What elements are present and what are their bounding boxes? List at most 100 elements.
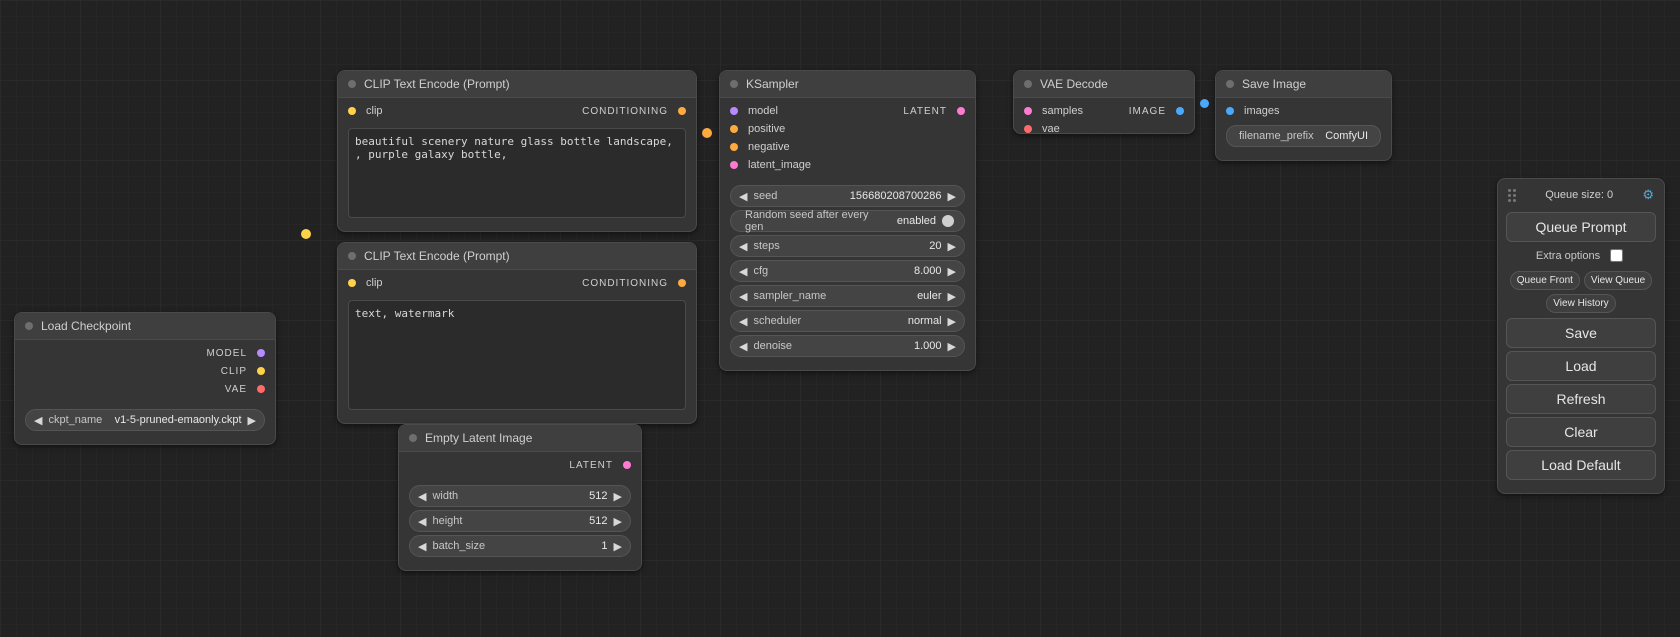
arrow-right-icon[interactable]: ▶	[946, 290, 958, 303]
arrow-right-icon[interactable]: ▶	[946, 265, 958, 278]
node-ksampler[interactable]: KSampler modelLATENT positive negative l…	[719, 70, 976, 371]
widget-denoise[interactable]: ◀denoise1.000▶	[730, 335, 965, 357]
socket-in-images[interactable]	[1226, 107, 1234, 115]
node-load-checkpoint[interactable]: Load Checkpoint MODEL CLIP VAE ◀ ckpt_na…	[14, 312, 276, 445]
widget-filename-prefix[interactable]: filename_prefixComfyUI	[1226, 125, 1381, 147]
arrow-right-icon[interactable]: ▶	[612, 490, 624, 503]
queue-size-label: Queue size: 0	[1545, 189, 1613, 201]
socket-out-latent[interactable]	[957, 107, 965, 115]
queue-front-button[interactable]: Queue Front	[1510, 271, 1580, 290]
drag-handle-icon[interactable]	[1508, 189, 1516, 202]
node-header[interactable]: CLIP Text Encode (Prompt)	[338, 71, 696, 98]
node-header[interactable]: KSampler	[720, 71, 975, 98]
gear-icon[interactable]: ⚙	[1642, 187, 1654, 203]
extra-options-row: Extra options	[1506, 246, 1656, 265]
widget-label: scheduler	[749, 315, 903, 327]
toggle-dot-icon[interactable]	[942, 215, 954, 227]
socket-out-image[interactable]	[1176, 107, 1184, 115]
arrow-right-icon[interactable]: ▶	[946, 315, 958, 328]
collapse-dot-icon[interactable]	[348, 80, 356, 88]
widget-sampler-name[interactable]: ◀sampler_nameeuler▶	[730, 285, 965, 307]
socket-out-vae[interactable]	[257, 385, 265, 393]
widget-batch-size[interactable]: ◀batch_size1▶	[409, 535, 631, 557]
collapse-dot-icon[interactable]	[1024, 80, 1032, 88]
socket-in-samples[interactable]	[1024, 107, 1032, 115]
arrow-left-icon[interactable]: ◀	[32, 414, 44, 427]
arrow-left-icon[interactable]: ◀	[737, 240, 749, 253]
reroute-clip[interactable]	[301, 229, 311, 239]
widget-scheduler[interactable]: ◀schedulernormal▶	[730, 310, 965, 332]
node-header[interactable]: Empty Latent Image	[399, 425, 641, 452]
extra-options-label: Extra options	[1536, 250, 1600, 262]
node-clip-text-encode-negative[interactable]: CLIP Text Encode (Prompt) clip CONDITION…	[337, 242, 697, 424]
view-queue-button[interactable]: View Queue	[1584, 271, 1652, 290]
extra-options-checkbox[interactable]	[1610, 249, 1623, 262]
load-button[interactable]: Load	[1506, 351, 1656, 381]
widget-label: steps	[749, 240, 925, 252]
node-empty-latent-image[interactable]: Empty Latent Image LATENT ◀width512▶ ◀he…	[398, 424, 642, 571]
node-header[interactable]: CLIP Text Encode (Prompt)	[338, 243, 696, 270]
widget-ckpt-name[interactable]: ◀ ckpt_name v1-5-pruned-emaonly.ckpt ▶	[25, 409, 265, 431]
node-clip-text-encode-positive[interactable]: CLIP Text Encode (Prompt) clip CONDITION…	[337, 70, 697, 232]
socket-out-conditioning[interactable]	[678, 107, 686, 115]
widget-seed[interactable]: ◀seed156680208700286▶	[730, 185, 965, 207]
collapse-dot-icon[interactable]	[25, 322, 33, 330]
socket-out-model[interactable]	[257, 349, 265, 357]
view-history-button[interactable]: View History	[1546, 294, 1615, 313]
reroute-conditioning[interactable]	[702, 128, 712, 138]
in-clip-label: clip	[366, 105, 383, 117]
arrow-left-icon[interactable]: ◀	[416, 515, 428, 528]
widget-steps[interactable]: ◀steps20▶	[730, 235, 965, 257]
arrow-left-icon[interactable]: ◀	[416, 490, 428, 503]
collapse-dot-icon[interactable]	[348, 252, 356, 260]
widget-height[interactable]: ◀height512▶	[409, 510, 631, 532]
widget-value: ComfyUI	[1321, 130, 1374, 142]
arrow-right-icon[interactable]: ▶	[246, 414, 258, 427]
node-header[interactable]: Load Checkpoint	[15, 313, 275, 340]
widget-value: 512	[585, 490, 611, 502]
node-header[interactable]: Save Image	[1216, 71, 1391, 98]
arrow-left-icon[interactable]: ◀	[737, 290, 749, 303]
arrow-left-icon[interactable]: ◀	[737, 190, 749, 203]
widget-cfg[interactable]: ◀cfg8.000▶	[730, 260, 965, 282]
socket-out-conditioning[interactable]	[678, 279, 686, 287]
socket-in-clip[interactable]	[348, 279, 356, 287]
socket-in-clip[interactable]	[348, 107, 356, 115]
control-panel[interactable]: Queue size: 0 ⚙ Queue Prompt Extra optio…	[1497, 178, 1665, 494]
widget-value: 156680208700286	[846, 190, 946, 202]
collapse-dot-icon[interactable]	[409, 434, 417, 442]
arrow-right-icon[interactable]: ▶	[946, 340, 958, 353]
socket-in-latent[interactable]	[730, 161, 738, 169]
socket-in-negative[interactable]	[730, 143, 738, 151]
save-button[interactable]: Save	[1506, 318, 1656, 348]
socket-in-model[interactable]	[730, 107, 738, 115]
socket-in-vae[interactable]	[1024, 125, 1032, 133]
socket-out-latent[interactable]	[623, 461, 631, 469]
arrow-right-icon[interactable]: ▶	[946, 190, 958, 203]
node-title: CLIP Text Encode (Prompt)	[364, 77, 510, 91]
arrow-left-icon[interactable]: ◀	[737, 265, 749, 278]
arrow-left-icon[interactable]: ◀	[737, 340, 749, 353]
widget-width[interactable]: ◀width512▶	[409, 485, 631, 507]
load-default-button[interactable]: Load Default	[1506, 450, 1656, 480]
refresh-button[interactable]: Refresh	[1506, 384, 1656, 414]
socket-in-positive[interactable]	[730, 125, 738, 133]
widget-random-seed-toggle[interactable]: Random seed after every genenabled	[730, 210, 965, 232]
arrow-left-icon[interactable]: ◀	[737, 315, 749, 328]
arrow-right-icon[interactable]: ▶	[612, 540, 624, 553]
queue-prompt-button[interactable]: Queue Prompt	[1506, 212, 1656, 242]
node-vae-decode[interactable]: VAE Decode samplesIMAGE vae	[1013, 70, 1195, 134]
socket-out-clip[interactable]	[257, 367, 265, 375]
clear-button[interactable]: Clear	[1506, 417, 1656, 447]
prompt-textarea-negative[interactable]	[348, 300, 686, 410]
collapse-dot-icon[interactable]	[1226, 80, 1234, 88]
arrow-right-icon[interactable]: ▶	[612, 515, 624, 528]
node-header[interactable]: VAE Decode	[1014, 71, 1194, 98]
arrow-right-icon[interactable]: ▶	[946, 240, 958, 253]
out-image-label: IMAGE	[1129, 106, 1166, 117]
arrow-left-icon[interactable]: ◀	[416, 540, 428, 553]
reroute-image[interactable]	[1200, 99, 1209, 108]
node-save-image[interactable]: Save Image images filename_prefixComfyUI	[1215, 70, 1392, 161]
prompt-textarea-positive[interactable]	[348, 128, 686, 218]
collapse-dot-icon[interactable]	[730, 80, 738, 88]
